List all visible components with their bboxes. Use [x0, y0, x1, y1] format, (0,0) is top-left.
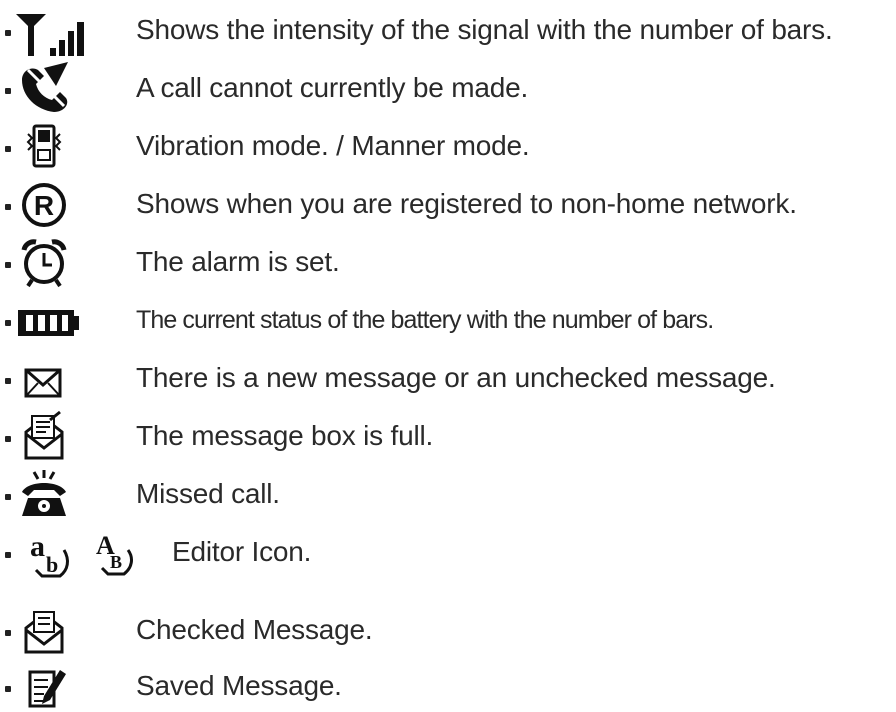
bullet [5, 686, 11, 692]
vibration-icon [14, 120, 134, 172]
saved-message-icon [14, 660, 134, 712]
signal-strength-icon [14, 4, 134, 56]
missed-call-icon [14, 468, 134, 520]
bullet [5, 630, 11, 636]
bullet [5, 146, 11, 152]
bullet [5, 262, 11, 268]
legend-text: Shows when you are registered to non-hom… [136, 188, 797, 219]
legend-row-battery: The current status of the battery with t… [0, 290, 896, 346]
legend-text: Saved Message. [136, 670, 342, 701]
alarm-clock-icon [14, 236, 134, 288]
legend-text: The message box is full. [136, 420, 434, 451]
legend-row-alarm: The alarm is set. [0, 232, 896, 288]
legend-text: Vibration mode. / Manner mode. [136, 130, 530, 161]
legend-row-editor: a b A B Editor Icon. [0, 522, 896, 578]
roaming-letter: R [34, 190, 54, 221]
checked-message-icon [14, 604, 134, 656]
message-box-full-icon [14, 410, 134, 462]
status-icon-legend: Shows the intensity of the signal with t… [0, 0, 896, 712]
envelope-icon [14, 352, 134, 404]
bullet [5, 378, 11, 384]
legend-row-missed-call: Missed call. [0, 464, 896, 520]
legend-text: Missed call. [136, 478, 280, 509]
legend-text: There is a new message or an unchecked m… [136, 362, 776, 393]
legend-row-message-box-full: The message box is full. [0, 406, 896, 462]
legend-text: Editor Icon. [172, 536, 312, 567]
no-call-icon [14, 62, 134, 114]
bullet [5, 320, 11, 326]
legend-row-checked-message: Checked Message. [0, 600, 896, 656]
legend-text: Checked Message. [136, 614, 373, 645]
legend-row-new-message: There is a new message or an unchecked m… [0, 348, 896, 404]
battery-icon [14, 294, 134, 346]
editor-lowercase-sub-glyph: b [46, 552, 58, 577]
legend-text: The current status of the battery with t… [136, 306, 714, 334]
editor-icon: a b A B [14, 526, 134, 578]
legend-text: A call cannot currently be made. [136, 72, 529, 103]
legend-row-signal: Shows the intensity of the signal with t… [0, 0, 896, 56]
legend-row-saved-message: Saved Message. [0, 656, 896, 712]
editor-lowercase-glyph: a [30, 530, 45, 563]
bullet [5, 88, 11, 94]
bullet [5, 436, 11, 442]
legend-row-vibration: Vibration mode. / Manner mode. [0, 116, 896, 172]
editor-uppercase-sub-glyph: B [110, 552, 122, 572]
legend-row-roaming: R Shows when you are registered to non-h… [0, 174, 896, 230]
roaming-icon: R [14, 178, 134, 230]
bullet [5, 30, 11, 36]
bullet [5, 204, 11, 210]
bullet [5, 494, 11, 500]
legend-text: The alarm is set. [136, 246, 340, 277]
legend-row-no-call: A call cannot currently be made. [0, 58, 896, 114]
legend-text: Shows the intensity of the signal with t… [136, 14, 833, 45]
bullet [5, 552, 11, 558]
